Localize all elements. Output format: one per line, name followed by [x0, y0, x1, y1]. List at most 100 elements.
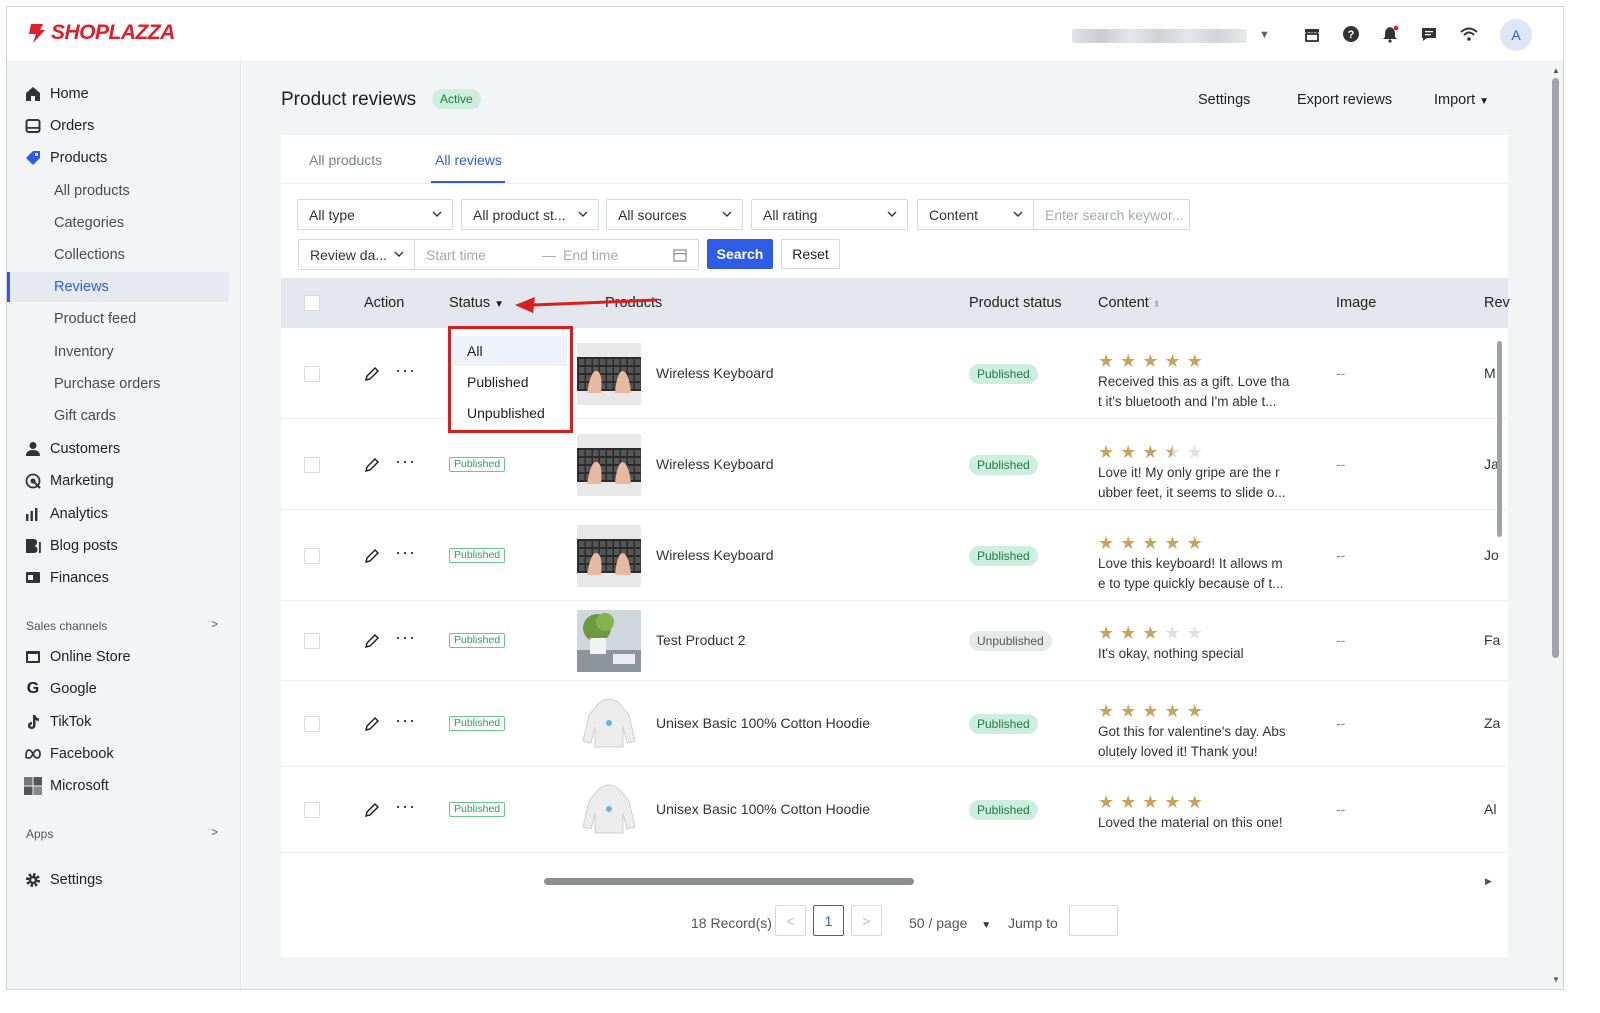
sources-select[interactable]: All sources — [606, 199, 743, 230]
export-reviews-button[interactable]: Export reviews — [1297, 92, 1392, 108]
edit-pencil-icon[interactable] — [364, 366, 380, 382]
store-icon[interactable] — [1302, 24, 1322, 44]
product-name[interactable]: Unisex Basic 100% Cotton Hoodie — [656, 801, 870, 817]
sidebar-item-gift-cards[interactable]: Gift cards — [7, 401, 241, 431]
scroll-right-icon[interactable]: ▶ — [1485, 876, 1492, 887]
sidebar-item-reviews[interactable]: Reviews — [7, 272, 229, 302]
star-empty-icon: ★ — [1164, 623, 1181, 643]
sidebar-item-collections[interactable]: Collections — [7, 240, 241, 270]
jump-to-input[interactable] — [1069, 905, 1118, 936]
edit-pencil-icon[interactable] — [364, 548, 380, 564]
sidebar-item-microsoft[interactable]: Microsoft — [7, 771, 241, 801]
filter-caret-icon[interactable]: ▼ — [494, 299, 504, 310]
product-name[interactable]: Test Product 2 — [656, 632, 746, 648]
tab-all-products[interactable]: All products — [309, 152, 382, 168]
sidebar-item-tiktok[interactable]: TikTok — [7, 707, 241, 737]
edit-pencil-icon[interactable] — [364, 716, 380, 732]
product-name[interactable]: Wireless Keyboard — [656, 456, 774, 472]
next-page-button[interactable]: > — [851, 905, 882, 936]
row-checkbox[interactable] — [304, 716, 320, 732]
date-range-picker[interactable]: Start time — End time — [414, 239, 699, 270]
status-option-published[interactable]: Published — [454, 367, 567, 397]
sidebar-item-online-store[interactable]: Online Store — [7, 642, 241, 672]
help-icon[interactable]: ? — [1341, 24, 1361, 44]
tag-icon — [24, 149, 42, 167]
row-checkbox[interactable] — [304, 547, 320, 564]
product-name[interactable]: Unisex Basic 100% Cotton Hoodie — [656, 715, 870, 731]
col-content[interactable]: Content ⬍ — [1098, 295, 1160, 311]
page-scrollbar[interactable]: ▲ ▼ — [1549, 62, 1563, 989]
image-cell: -- — [1336, 801, 1346, 817]
rating-stars: ★ ★ ★ ★ ★ — [1098, 702, 1203, 720]
sidebar-item-settings[interactable]: Settings — [7, 865, 241, 895]
more-actions-icon[interactable]: ··· — [395, 360, 416, 381]
rating-select[interactable]: All rating — [751, 199, 908, 230]
more-actions-icon[interactable]: ··· — [395, 710, 416, 731]
type-select[interactable]: All type — [297, 199, 453, 230]
settings-button[interactable]: Settings — [1198, 92, 1250, 108]
more-actions-icon[interactable]: ··· — [395, 627, 416, 648]
sidebar-item-product-feed[interactable]: Product feed — [7, 304, 241, 334]
store-selector[interactable] — [1072, 29, 1247, 43]
shoplazza-logo[interactable]: SHOPLAZZA — [25, 21, 175, 45]
row-checkbox[interactable] — [304, 802, 320, 818]
sidebar-item-categories[interactable]: Categories — [7, 208, 241, 238]
chevron-right-icon[interactable]: > — [211, 825, 218, 839]
sidebar-item-label: Inventory — [54, 344, 114, 360]
page-number-button[interactable]: 1 — [813, 905, 844, 936]
edit-pencil-icon[interactable] — [364, 802, 380, 818]
product-status-select[interactable]: All product st... — [461, 199, 599, 230]
status-option-all[interactable]: All — [454, 336, 567, 366]
sidebar-item-marketing[interactable]: Marketing — [7, 466, 241, 496]
product-name[interactable]: Wireless Keyboard — [656, 365, 774, 381]
prev-page-button[interactable]: < — [775, 905, 806, 936]
message-icon[interactable] — [1419, 24, 1439, 44]
product-name[interactable]: Wireless Keyboard — [656, 547, 774, 563]
wifi-icon[interactable] — [1459, 24, 1479, 44]
sidebar-item-google[interactable]: G Google — [7, 674, 241, 704]
sidebar-item-all-products[interactable]: All products — [7, 176, 241, 206]
sidebar-item-orders[interactable]: Orders — [7, 111, 241, 141]
review-line: Received this as a gift. Love tha — [1098, 373, 1290, 389]
sidebar-item-home[interactable]: Home — [7, 79, 241, 109]
more-actions-icon[interactable]: ··· — [395, 796, 416, 817]
avatar[interactable]: A — [1500, 19, 1532, 51]
sidebar-item-customers[interactable]: Customers — [7, 434, 241, 464]
sidebar-item-finances[interactable]: Finances — [7, 563, 241, 593]
search-button[interactable]: Search — [707, 239, 773, 269]
page-size-select[interactable]: 50 / page ▼ — [909, 915, 991, 931]
page-scrollbar-thumb[interactable] — [1552, 78, 1559, 658]
sidebar: Home Orders Products All products Catego… — [7, 62, 241, 989]
sidebar-item-products[interactable]: Products — [7, 143, 241, 173]
table-scrollbar-thumb[interactable] — [1497, 341, 1502, 537]
reset-button[interactable]: Reset — [781, 239, 840, 269]
select-all-checkbox[interactable] — [304, 295, 320, 311]
bell-icon[interactable] — [1380, 24, 1400, 44]
end-time-input[interactable]: End time — [563, 247, 618, 263]
sidebar-item-analytics[interactable]: Analytics — [7, 499, 241, 529]
caret-down-icon[interactable]: ▼ — [1259, 29, 1270, 41]
search-input[interactable]: Enter search keywor... — [1033, 199, 1190, 230]
more-actions-icon[interactable]: ··· — [395, 451, 416, 472]
row-checkbox[interactable] — [304, 365, 320, 382]
start-time-input[interactable]: Start time — [426, 247, 486, 263]
content-field-select[interactable]: Content — [917, 199, 1034, 230]
import-button[interactable]: Import ▼ — [1434, 92, 1489, 108]
sidebar-item-purchase-orders[interactable]: Purchase orders — [7, 369, 241, 399]
edit-pencil-icon[interactable] — [364, 633, 380, 649]
page-title: Product reviews — [281, 89, 417, 110]
status-option-unpublished[interactable]: Unpublished — [454, 398, 567, 428]
sort-icon[interactable]: ⬍ — [1153, 299, 1161, 309]
tab-all-reviews[interactable]: All reviews — [435, 152, 502, 168]
sidebar-item-inventory[interactable]: Inventory — [7, 337, 241, 367]
sidebar-item-facebook[interactable]: Facebook — [7, 739, 241, 769]
edit-pencil-icon[interactable] — [364, 457, 380, 473]
chevron-right-icon[interactable]: > — [211, 617, 218, 631]
row-checkbox[interactable] — [304, 456, 320, 473]
review-date-select[interactable]: Review da... — [298, 239, 415, 270]
col-status[interactable]: Status ▼ — [449, 295, 504, 311]
row-checkbox[interactable] — [304, 633, 320, 649]
sidebar-item-blog-posts[interactable]: Blog posts — [7, 531, 241, 561]
more-actions-icon[interactable]: ··· — [395, 542, 416, 563]
horizontal-scrollbar[interactable] — [544, 878, 914, 885]
